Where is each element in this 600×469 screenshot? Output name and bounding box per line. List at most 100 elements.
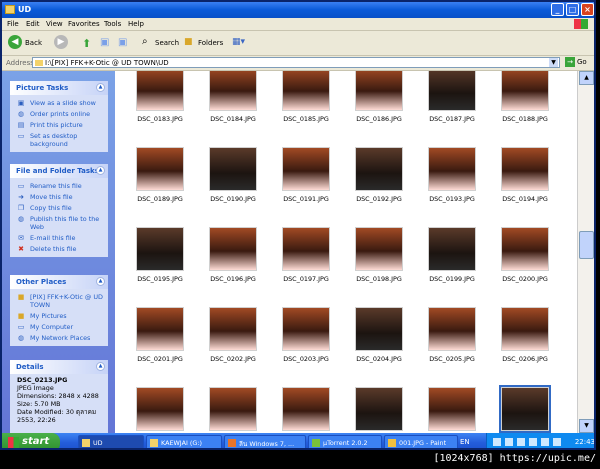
- thumbnail-item[interactable]: DSC_0203.JPG: [275, 307, 337, 367]
- photo-thumbnail[interactable]: [355, 227, 403, 271]
- folders-button-label[interactable]: Folders: [198, 39, 223, 55]
- thumbnail-item[interactable]: DSC_0196.JPG: [202, 227, 264, 287]
- tray-icon[interactable]: [517, 438, 525, 446]
- photo-thumbnail[interactable]: [136, 71, 184, 111]
- task-print-picture[interactable]: ▤ Print this picture: [10, 120, 108, 131]
- views-icon[interactable]: ▦▾: [232, 37, 245, 53]
- taskbar-item-paint[interactable]: 001.JPG - Paint: [384, 435, 458, 448]
- thumbnail-item[interactable]: [494, 385, 556, 433]
- thumbnail-item[interactable]: DSC_0204.JPG: [348, 307, 410, 367]
- thumbnail-item[interactable]: DSC_0190.JPG: [202, 147, 264, 207]
- place-parent-folder[interactable]: ■ [PIX] FFK+K-Otic @ UD TOWN: [10, 292, 108, 311]
- task-move-file[interactable]: ➜ Move this file: [10, 192, 108, 203]
- photo-thumbnail[interactable]: [136, 147, 184, 191]
- photo-thumbnail[interactable]: [501, 227, 549, 271]
- collapse-icon[interactable]: ▲: [96, 83, 105, 92]
- menu-favorites[interactable]: Favorites: [68, 20, 100, 28]
- thumbnail-item[interactable]: [275, 387, 337, 433]
- photo-thumbnail[interactable]: [282, 71, 330, 111]
- taskbar-item-utorrent[interactable]: µTorrent 2.0.2: [308, 435, 382, 448]
- other-places-header[interactable]: Other Places ▲: [10, 275, 108, 289]
- menu-help[interactable]: Help: [128, 20, 144, 28]
- photo-thumbnail[interactable]: [282, 387, 330, 431]
- menu-file[interactable]: File: [7, 20, 19, 28]
- photo-thumbnail[interactable]: [355, 71, 403, 111]
- thumbnail-item[interactable]: [129, 387, 191, 433]
- tray-icon[interactable]: [529, 438, 537, 446]
- maximize-button[interactable]: □: [566, 3, 579, 16]
- thumbnail-item[interactable]: DSC_0198.JPG: [348, 227, 410, 287]
- back-arrow-icon[interactable]: ◀: [8, 35, 22, 49]
- menu-view[interactable]: View: [46, 20, 63, 28]
- task-copy-file[interactable]: ❐ Copy this file: [10, 203, 108, 214]
- collapse-icon[interactable]: ▲: [96, 362, 105, 371]
- thumbnail-item[interactable]: [348, 387, 410, 433]
- language-indicator[interactable]: EN: [460, 438, 470, 446]
- photo-thumbnail[interactable]: [501, 147, 549, 191]
- place-my-pictures[interactable]: ■ My Pictures: [10, 311, 108, 322]
- thumbnail-item[interactable]: DSC_0184.JPG: [202, 71, 264, 127]
- thumbnail-item[interactable]: DSC_0185.JPG: [275, 71, 337, 127]
- photo-thumbnail[interactable]: [209, 227, 257, 271]
- thumbnail-item[interactable]: [421, 387, 483, 433]
- task-order-prints[interactable]: ◍ Order prints online: [10, 109, 108, 120]
- photo-thumbnail[interactable]: [355, 387, 403, 431]
- task-view-slideshow[interactable]: ▣ View as a slide show: [10, 98, 108, 109]
- thumbnail-item[interactable]: DSC_0197.JPG: [275, 227, 337, 287]
- forward-arrow-icon[interactable]: ▶: [54, 35, 68, 49]
- photo-thumbnail[interactable]: [209, 147, 257, 191]
- menu-tools[interactable]: Tools: [104, 20, 121, 28]
- tray-icon[interactable]: [493, 438, 501, 446]
- file-tasks-header[interactable]: File and Folder Tasks ▲: [10, 164, 108, 178]
- photo-thumbnail[interactable]: [428, 387, 476, 431]
- chevron-down-icon[interactable]: ▼: [549, 58, 558, 67]
- thumbnail-item[interactable]: DSC_0206.JPG: [494, 307, 556, 367]
- place-my-network[interactable]: ◍ My Network Places: [10, 333, 108, 344]
- task-email-file[interactable]: ✉ E-mail this file: [10, 233, 108, 244]
- move-to-icon[interactable]: ▣: [100, 37, 109, 53]
- task-rename-file[interactable]: ▭ Rename this file: [10, 181, 108, 192]
- taskbar-item-kaewjai[interactable]: KAEWJAI (G:): [146, 435, 222, 448]
- photo-thumbnail[interactable]: [428, 71, 476, 111]
- picture-tasks-header[interactable]: Picture Tasks ▲: [10, 81, 108, 95]
- task-publish-web[interactable]: ◍ Publish this file to the Web: [10, 214, 108, 233]
- thumbnail-item[interactable]: DSC_0187.JPG: [421, 71, 483, 127]
- thumbnail-item[interactable]: DSC_0193.JPG: [421, 147, 483, 207]
- photo-thumbnail[interactable]: [428, 227, 476, 271]
- start-button[interactable]: start: [2, 433, 60, 448]
- minimize-button[interactable]: _: [551, 3, 564, 16]
- search-icon[interactable]: ⌕: [142, 36, 148, 52]
- photo-thumbnail[interactable]: [209, 387, 257, 431]
- search-button-label[interactable]: Search: [155, 39, 179, 55]
- details-header[interactable]: Details ▲: [10, 360, 108, 374]
- thumbnail-item[interactable]: DSC_0199.JPG: [421, 227, 483, 287]
- photo-thumbnail[interactable]: [209, 71, 257, 111]
- photo-thumbnail[interactable]: [355, 147, 403, 191]
- photo-thumbnail[interactable]: [501, 71, 549, 111]
- taskbar-item-browser[interactable]: ลีน Windows 7, ...: [224, 435, 306, 448]
- copy-to-icon[interactable]: ▣: [118, 37, 127, 53]
- back-button-label[interactable]: Back: [25, 39, 42, 55]
- thumbnail-item[interactable]: DSC_0205.JPG: [421, 307, 483, 367]
- thumbnail-item[interactable]: DSC_0195.JPG: [129, 227, 191, 287]
- photo-thumbnail[interactable]: [136, 307, 184, 351]
- photo-thumbnail[interactable]: [282, 147, 330, 191]
- close-button[interactable]: ×: [581, 3, 594, 16]
- photo-thumbnail[interactable]: [355, 307, 403, 351]
- menu-edit[interactable]: Edit: [26, 20, 40, 28]
- photo-thumbnail[interactable]: [501, 307, 549, 351]
- thumbnail-item[interactable]: DSC_0188.JPG: [494, 71, 556, 127]
- scroll-thumb[interactable]: [579, 231, 594, 259]
- go-button[interactable]: → Go: [565, 57, 587, 67]
- tray-icon[interactable]: [541, 438, 549, 446]
- place-my-computer[interactable]: ▭ My Computer: [10, 322, 108, 333]
- title-bar[interactable]: UD _ □ ×: [2, 2, 594, 18]
- photo-thumbnail[interactable]: [209, 307, 257, 351]
- thumbnail-item[interactable]: DSC_0201.JPG: [129, 307, 191, 367]
- thumbnail-item[interactable]: DSC_0183.JPG: [129, 71, 191, 127]
- thumbnail-item[interactable]: [202, 387, 264, 433]
- address-input[interactable]: I:\[PIX] FFK+K-Otic @ UD TOWN\UD ▼: [32, 57, 560, 68]
- tray-icon[interactable]: [505, 438, 513, 446]
- thumbnail-item[interactable]: DSC_0202.JPG: [202, 307, 264, 367]
- collapse-icon[interactable]: ▲: [96, 277, 105, 286]
